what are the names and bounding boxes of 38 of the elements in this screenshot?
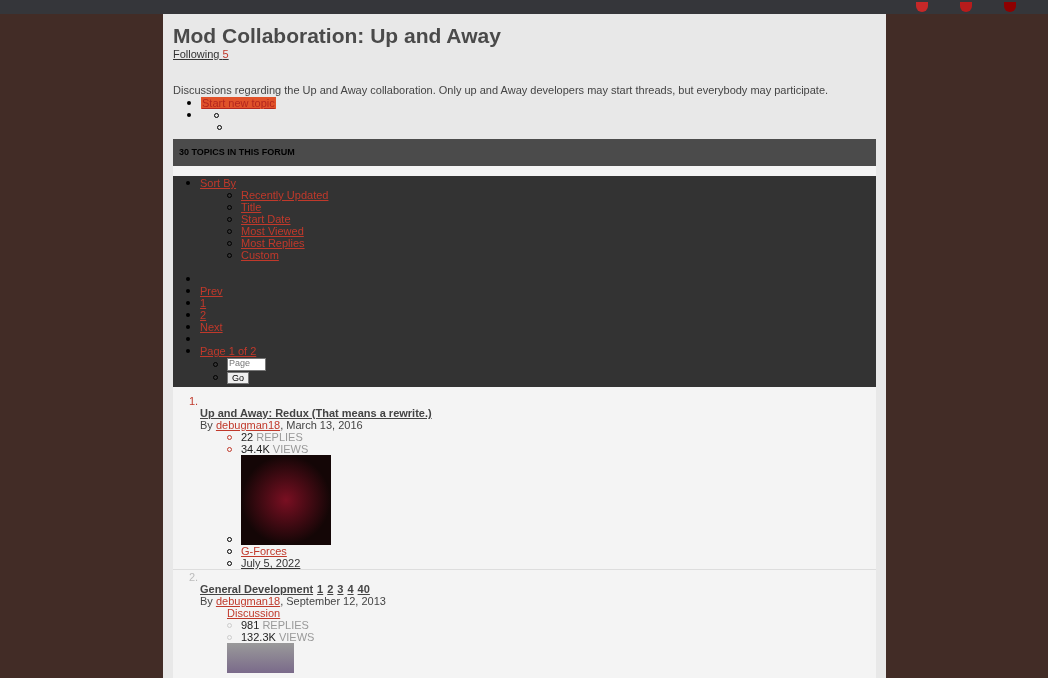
bullet-icon: [186, 337, 190, 341]
forum-title: Mod Collaboration: Up and Away: [173, 24, 502, 48]
go-button[interactable]: Go: [227, 371, 249, 384]
page-number-field[interactable]: Page: [227, 357, 266, 371]
view-count: 132.3K VIEWS: [241, 631, 315, 643]
topic-page-link[interactable]: 4: [347, 583, 354, 595]
browser-extension-icon[interactable]: [1004, 2, 1016, 12]
bullet-icon: [186, 349, 190, 353]
forum-description: Discussions regarding the Up and Away collaboration. Only up and Away developers may start threads, but everybody may participate.: [173, 84, 830, 96]
bullet-icon: [187, 113, 191, 117]
last-post-date-link[interactable]: July 5, 2022: [241, 557, 301, 569]
topic-number: 1.: [189, 395, 199, 407]
topic-page-link[interactable]: 1: [317, 583, 324, 595]
browser-extension-icon[interactable]: [960, 2, 972, 12]
bullet-icon: [186, 301, 190, 305]
topic-page-link[interactable]: 40: [357, 583, 370, 595]
following-link[interactable]: Following 5: [173, 48, 229, 60]
topic-page-link[interactable]: 3: [337, 583, 344, 595]
topic-title-link[interactable]: General Development: [200, 583, 314, 595]
view-count: 34.4K VIEWS: [241, 443, 309, 455]
bullet-icon: [186, 325, 190, 329]
reply-count: 22 REPLIES: [241, 431, 303, 443]
bullet-icon: [186, 277, 190, 281]
topic-tag-link[interactable]: Discussion: [227, 607, 281, 619]
topic-byline: By debugman18, September 12, 2013: [200, 595, 386, 607]
bullet-icon: [186, 289, 190, 293]
bullet-icon: [187, 101, 191, 105]
last-poster-link[interactable]: G-Forces: [241, 545, 287, 557]
topic-page-link[interactable]: 2: [327, 583, 334, 595]
topic-byline: By debugman18, March 13, 2016: [200, 419, 363, 431]
bullet-icon: [186, 181, 190, 185]
topics-header-bar: 30 TOPICS IN THIS FORUM: [173, 139, 876, 166]
reply-count: 981 REPLIES: [241, 619, 309, 631]
bullet-icon: [186, 313, 190, 317]
browser-extension-icon[interactable]: [916, 2, 928, 12]
topic-number: 2.: [189, 571, 199, 583]
photo-placeholder: [227, 643, 294, 673]
topic-title-link[interactable]: Up and Away: Redux (That means a rewrite.): [200, 407, 432, 419]
